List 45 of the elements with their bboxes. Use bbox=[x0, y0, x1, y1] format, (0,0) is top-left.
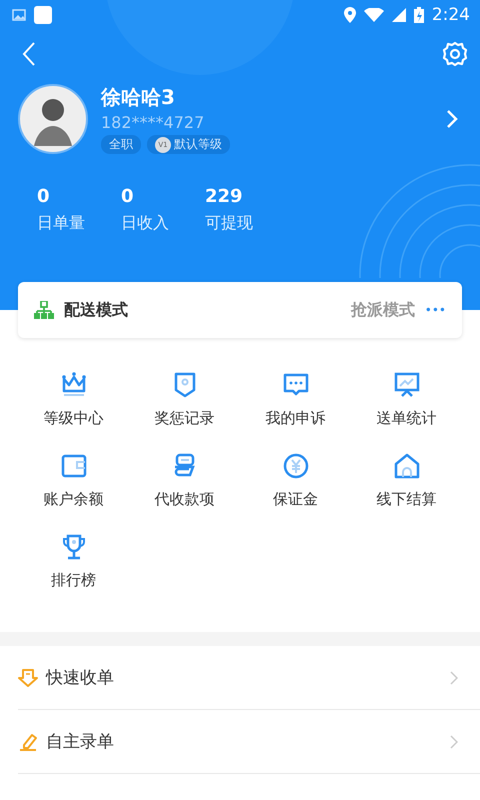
pencil-icon bbox=[18, 732, 38, 752]
phone-number: 182****4727 bbox=[101, 113, 206, 132]
avatar-icon[interactable] bbox=[18, 84, 88, 154]
app-notification-icon bbox=[34, 6, 52, 24]
user-name: 徐哈哈3 bbox=[101, 84, 176, 111]
level-label: 默认等级 bbox=[174, 136, 222, 153]
yen-coin-icon bbox=[282, 452, 310, 480]
back-icon[interactable] bbox=[22, 42, 36, 66]
crown-icon bbox=[60, 371, 88, 399]
menu-item[interactable]: 送单统计 bbox=[351, 371, 462, 428]
menu-item[interactable]: 等级中心 bbox=[18, 371, 129, 428]
chart-board-icon bbox=[392, 371, 420, 399]
menu-item[interactable]: 代收款项 bbox=[129, 452, 240, 509]
list-item[interactable]: 快速收单 bbox=[18, 646, 480, 710]
stat-value: 0 bbox=[121, 186, 135, 207]
stat-value: 229 bbox=[205, 186, 244, 207]
chevron-right-icon bbox=[450, 670, 458, 684]
stat-label: 日收入 bbox=[121, 213, 170, 234]
chevron-right-icon[interactable] bbox=[446, 109, 458, 129]
menu-item[interactable]: 排行榜 bbox=[18, 533, 129, 590]
signal-icon bbox=[392, 8, 406, 22]
mode-value: 抢派模式 bbox=[350, 300, 415, 320]
stat-value: 0 bbox=[37, 186, 51, 207]
stat-label: 可提现 bbox=[205, 213, 254, 234]
image-icon bbox=[12, 8, 26, 22]
job-tag: 全职 bbox=[101, 135, 141, 154]
list-item[interactable]: 自主录单 bbox=[18, 710, 480, 774]
hierarchy-icon bbox=[34, 301, 54, 319]
wifi-icon bbox=[364, 8, 384, 22]
menu-item[interactable]: 奖惩记录 bbox=[129, 371, 240, 428]
menu-item[interactable]: 线下结算 bbox=[351, 452, 462, 509]
clock-time: 2:24 bbox=[432, 5, 470, 25]
chevron-right-icon bbox=[450, 734, 458, 748]
menu-item[interactable]: 账户余额 bbox=[18, 452, 129, 509]
document-arrow-icon bbox=[18, 668, 38, 688]
location-icon bbox=[344, 7, 356, 23]
card-title: 配送模式 bbox=[64, 300, 129, 320]
stat-label: 日单量 bbox=[37, 213, 86, 234]
delivery-mode-card[interactable]: 配送模式 抢派模式 ••• bbox=[18, 282, 462, 338]
settings-icon[interactable] bbox=[442, 41, 468, 67]
house-icon bbox=[392, 452, 420, 480]
wallet-icon bbox=[60, 452, 88, 480]
menu-item[interactable]: 保证金 bbox=[240, 452, 351, 509]
battery-icon bbox=[414, 7, 424, 23]
menu-item[interactable]: 我的申诉 bbox=[240, 371, 351, 428]
